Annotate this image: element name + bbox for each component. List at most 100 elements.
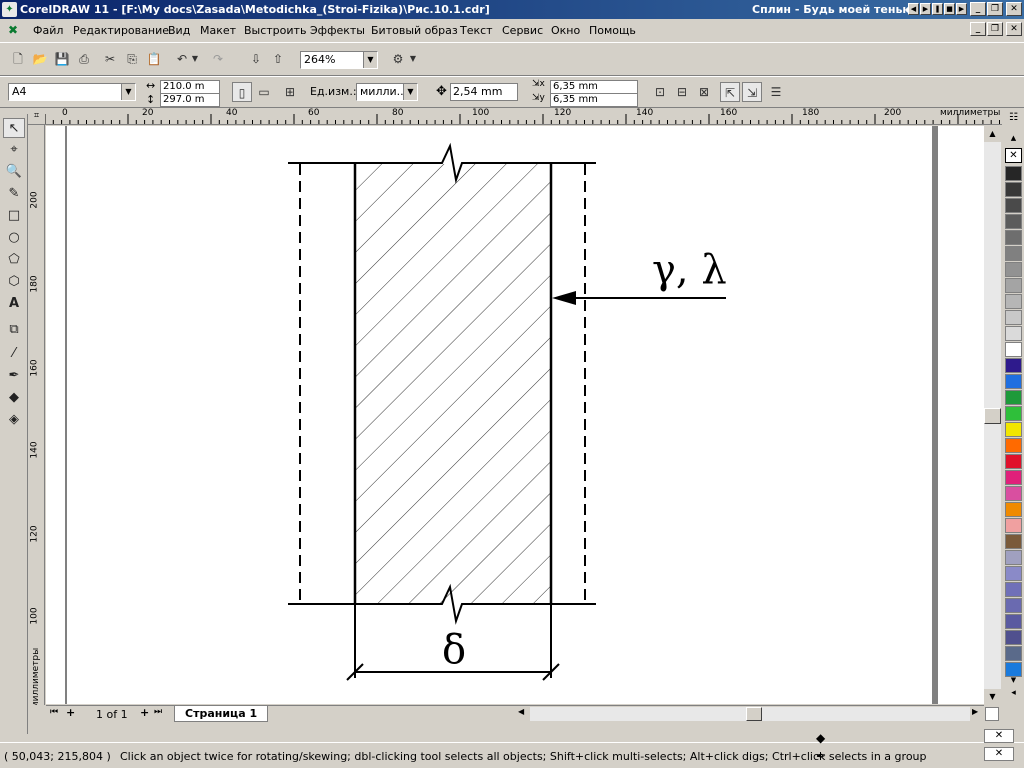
eyedropper-tool-icon[interactable]: ⁄ (3, 344, 25, 364)
menu-tools[interactable]: Сервис (502, 24, 543, 37)
outline-tool-icon[interactable]: ✒ (3, 366, 25, 386)
outline-status-icon[interactable]: ✒ (816, 749, 826, 763)
wall-section[interactable] (353, 164, 553, 604)
new-icon[interactable]: 🗋 (8, 49, 28, 69)
color-swatch[interactable] (1005, 582, 1022, 597)
text-tool-icon[interactable]: A (3, 294, 25, 314)
no-color-swatch[interactable]: ✕ (1005, 148, 1022, 163)
color-swatch[interactable] (1005, 374, 1022, 389)
undo-icon[interactable]: ↶ (172, 49, 192, 69)
color-swatch[interactable] (1005, 534, 1022, 549)
export-icon[interactable]: ⇧ (268, 49, 288, 69)
landscape-icon[interactable]: ▭ (254, 82, 274, 102)
snap-grid-icon[interactable]: ⊡ (650, 82, 670, 102)
menu-text[interactable]: Текст (460, 24, 493, 37)
menu-edit[interactable]: Редактирование (73, 24, 169, 37)
color-swatch[interactable] (1005, 406, 1022, 421)
color-swatch[interactable] (1005, 230, 1022, 245)
ruler-origin[interactable]: ⌗ (28, 108, 45, 124)
page-height-field[interactable]: 297.0 m (160, 93, 220, 107)
color-swatch[interactable] (1005, 262, 1022, 277)
player-prev-button[interactable]: ◀ (908, 3, 919, 15)
fill-tool-icon[interactable]: ◆ (3, 388, 25, 408)
drawing-canvas[interactable]: γ, λ δ (46, 126, 984, 704)
palette-scroll-down-icon[interactable]: ▼ (1005, 676, 1022, 686)
treat-as-filled-icon[interactable]: ⇱ (720, 82, 740, 102)
app-launcher-icon[interactable]: ⚙ (388, 49, 408, 69)
palette-expand-icon[interactable]: ◂ (1005, 688, 1022, 702)
menu-layout[interactable]: Макет (200, 24, 236, 37)
page-width-field[interactable]: 210.0 m (160, 80, 220, 94)
h-scroll-left-icon[interactable]: ◀ (518, 707, 524, 716)
undo-dropdown-icon[interactable]: ▼ (190, 49, 200, 69)
add-page-before-icon[interactable]: + (66, 706, 75, 719)
scroll-down-arrow-icon[interactable]: ▼ (984, 689, 1001, 705)
horizontal-ruler[interactable]: ⌗ 0 20 40 60 80 100 120 140 160 180 200 … (28, 108, 1002, 125)
import-icon[interactable]: ⇩ (246, 49, 266, 69)
snap-objects-icon[interactable]: ⊠ (694, 82, 714, 102)
nudge-field[interactable]: 2,54 mm (450, 83, 518, 101)
fill-none-swatch[interactable]: ✕ (984, 729, 1014, 743)
basic-shapes-tool-icon[interactable]: ⬡ (3, 272, 25, 292)
launcher-dropdown-icon[interactable]: ▼ (408, 49, 418, 69)
page-tab[interactable]: Страница 1 (174, 706, 269, 722)
color-swatch[interactable] (1005, 278, 1022, 293)
rectangle-tool-icon[interactable]: □ (3, 206, 25, 226)
horizontal-scrollbar[interactable] (530, 707, 970, 721)
minimize-button[interactable]: _ (970, 2, 986, 16)
menu-view[interactable]: Вид (168, 24, 190, 37)
interactive-blend-tool-icon[interactable]: ⧉ (3, 320, 25, 340)
color-swatch[interactable] (1005, 598, 1022, 613)
print-icon[interactable]: ⎙ (74, 49, 94, 69)
color-swatch[interactable] (1005, 518, 1022, 533)
color-swatch[interactable] (1005, 614, 1022, 629)
duplicate-x-field[interactable]: 6,35 mm (550, 80, 638, 94)
zoom-tool-icon[interactable]: 🔍 (3, 162, 25, 182)
ellipse-tool-icon[interactable]: ○ (3, 228, 25, 248)
snap-guides-icon[interactable]: ⊟ (672, 82, 692, 102)
pick-tool-icon[interactable]: ↖ (3, 118, 25, 138)
app-icon[interactable]: ✦ (2, 2, 17, 17)
doc-close-button[interactable]: ✕ (1006, 22, 1022, 36)
save-icon[interactable]: 💾 (52, 49, 72, 69)
palette-scroll-up-icon[interactable]: ▲ (1005, 134, 1022, 144)
menu-help[interactable]: Помощь (589, 24, 636, 37)
page-size-combo[interactable]: A4 ▼ (8, 83, 136, 101)
portrait-icon[interactable]: ▯ (232, 82, 252, 102)
color-swatch[interactable] (1005, 566, 1022, 581)
corner-box[interactable] (985, 707, 999, 721)
copy-icon[interactable]: ⎘ (122, 49, 142, 69)
zoom-combo[interactable]: 264% ▼ (300, 51, 378, 69)
color-swatch[interactable] (1005, 326, 1022, 341)
menu-arrange[interactable]: Выстроить (244, 24, 306, 37)
options-icon[interactable]: ☰ (766, 82, 786, 102)
menu-window[interactable]: Окно (551, 24, 580, 37)
interactive-fill-tool-icon[interactable]: ◈ (3, 410, 25, 430)
draw-objects-icon[interactable]: ⇲ (742, 82, 762, 102)
scroll-up-arrow-icon[interactable]: ▲ (984, 126, 1001, 142)
color-swatch[interactable] (1005, 246, 1022, 261)
color-swatch[interactable] (1005, 390, 1022, 405)
shape-tool-icon[interactable]: ⌖ (3, 140, 25, 160)
color-swatch[interactable] (1005, 166, 1022, 181)
first-page-icon[interactable]: ⏮ (50, 707, 58, 717)
player-next-button[interactable]: ▶ (956, 3, 967, 15)
delta-label[interactable]: δ (442, 628, 466, 672)
freehand-tool-icon[interactable]: ✎ (3, 184, 25, 204)
open-icon[interactable]: 📂 (30, 49, 50, 69)
color-swatch[interactable] (1005, 358, 1022, 373)
color-swatch[interactable] (1005, 438, 1022, 453)
color-swatch[interactable] (1005, 630, 1022, 645)
page-layout-icon[interactable]: ⊞ (280, 82, 300, 102)
player-stop-button[interactable]: ■ (944, 3, 955, 15)
color-swatch[interactable] (1005, 550, 1022, 565)
cut-icon[interactable]: ✂ (100, 49, 120, 69)
color-swatch[interactable] (1005, 502, 1022, 517)
fill-status-icon[interactable]: ◆ (816, 731, 825, 745)
maximize-button[interactable]: ❐ (987, 2, 1003, 16)
heat-flow-arrow[interactable] (552, 291, 726, 305)
scroll-thumb[interactable] (984, 408, 1001, 424)
player-pause-button[interactable]: ❚ (932, 3, 943, 15)
close-button[interactable]: ✕ (1006, 2, 1022, 16)
doc-restore-button[interactable]: ❐ (987, 22, 1003, 36)
